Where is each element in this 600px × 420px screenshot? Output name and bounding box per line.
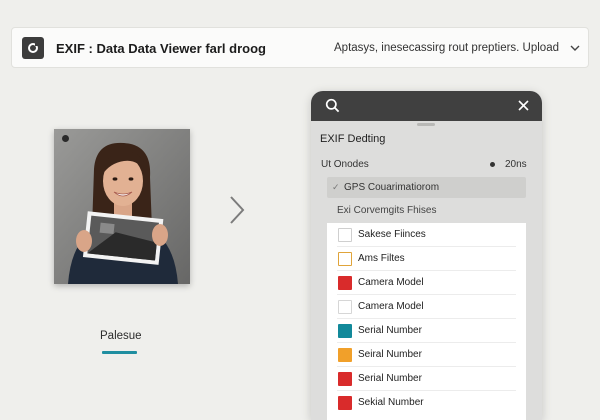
section-label: Exi Corvemgits Fhises [337, 205, 437, 216]
photo-thumbnail[interactable] [54, 129, 190, 284]
panel-toolbar [311, 91, 542, 121]
app-header: EXIF : Data Data Viewer farl droog Aptas… [11, 27, 589, 68]
color-swatch[interactable] [338, 228, 352, 242]
close-icon[interactable] [518, 100, 529, 111]
camera-icon [22, 37, 44, 59]
camera-dot-icon [62, 135, 69, 142]
color-swatch[interactable] [338, 396, 352, 410]
exif-field-list: Sakese Fiinces Ams Filtes Camera Model C… [327, 223, 526, 420]
exif-panel: EXIF Dedting Ut Onodes 20ns ✓ GPS Couari… [311, 91, 542, 420]
item-label: Sakese Fiinces [358, 229, 426, 240]
list-item[interactable]: Serial Number [327, 367, 526, 391]
item-label: Camera Model [358, 277, 424, 288]
color-swatch[interactable] [338, 252, 352, 266]
list-item[interactable]: Camera Model [327, 271, 526, 295]
color-swatch[interactable] [338, 372, 352, 386]
item-label: Camera Model [358, 301, 424, 312]
gps-coordinates-row[interactable]: ✓ GPS Couarimatiorom [327, 177, 526, 198]
item-label: Ams Filtes [358, 253, 405, 264]
status-dot [490, 162, 495, 167]
list-item[interactable]: Camera Model [327, 295, 526, 319]
color-swatch[interactable] [338, 276, 352, 290]
search-icon[interactable] [325, 98, 340, 113]
portrait-image [54, 129, 190, 284]
upload-link[interactable]: Aptasys, inesecassirg rout preptiers. Up… [334, 42, 559, 54]
active-indicator [102, 351, 137, 354]
list-item[interactable]: Sekial Number [327, 391, 526, 415]
chevron-down-icon[interactable] [570, 44, 580, 52]
item-label: Sekial Number [358, 397, 424, 408]
list-item[interactable]: Serial Number [327, 319, 526, 343]
list-item[interactable]: Ams Filtes [327, 247, 526, 271]
item-label: Seiral Number [358, 349, 422, 360]
color-swatch[interactable] [338, 348, 352, 362]
row-label: Ut Onodes [321, 159, 369, 170]
color-swatch[interactable] [338, 300, 352, 314]
list-item[interactable]: Sakese Fiinces [327, 223, 526, 247]
color-swatch[interactable] [338, 324, 352, 338]
panel-title: EXIF Dedting [320, 133, 386, 145]
item-label: Serial Number [358, 373, 422, 384]
check-icon: ✓ [332, 182, 340, 192]
drag-handle[interactable] [417, 123, 435, 126]
row-value: 20ns [505, 159, 527, 170]
chevron-right-icon[interactable] [228, 195, 246, 225]
app-title: EXIF : Data Data Viewer farl droog [56, 41, 266, 56]
gps-label: GPS Couarimatiorom [344, 182, 440, 193]
item-label: Serial Number [358, 325, 422, 336]
list-item[interactable]: Seiral Number [327, 343, 526, 367]
preview-label: Palesue [100, 330, 142, 342]
